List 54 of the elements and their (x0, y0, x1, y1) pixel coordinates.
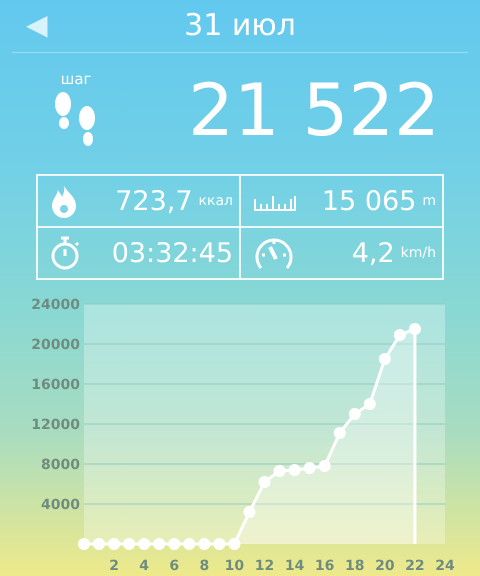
steps-label: шаг (60, 70, 92, 88)
axis-label: 12 (254, 558, 274, 574)
data-point (274, 465, 286, 477)
data-point (258, 476, 270, 488)
stopwatch-icon (50, 235, 80, 271)
back-button[interactable]: ◀ (26, 8, 48, 42)
axis-label: 16000 (31, 377, 80, 393)
axis-label: 10 (224, 558, 244, 574)
stat-unit: ккал (198, 193, 233, 209)
axis-label: 4000 (41, 497, 80, 513)
data-point (153, 538, 166, 550)
steps-count: 21 522 (187, 74, 440, 146)
axis-label: 18 (345, 558, 364, 574)
data-point (93, 538, 106, 550)
data-point (198, 538, 210, 550)
data-point (288, 464, 301, 476)
date-title: 31 июл (184, 8, 296, 44)
axis-label: 20000 (31, 337, 80, 353)
data-point (318, 460, 331, 472)
data-point (304, 462, 316, 474)
data-point (334, 427, 346, 439)
axis-label: 8 (199, 558, 210, 574)
stat-value: 4,2 (352, 238, 395, 268)
data-point (168, 538, 180, 550)
data-point (408, 323, 421, 335)
axis-label: 24000 (31, 297, 80, 313)
data-point (108, 538, 120, 550)
axis-label: 22 (405, 558, 425, 574)
data-point (364, 398, 376, 410)
axis-label: 20 (375, 558, 395, 574)
data-point (183, 538, 196, 550)
stat-value: 723,7 (115, 186, 193, 216)
data-point (123, 538, 136, 550)
data-point (78, 538, 90, 550)
axis-label: 16 (314, 558, 334, 574)
stat-unit: km/h (400, 245, 436, 261)
stat-value: 15 065 (322, 186, 416, 216)
axis-label: 2 (109, 558, 119, 574)
data-point (378, 353, 391, 365)
axis-label: 24 (435, 558, 455, 574)
axis-label: 12000 (31, 417, 80, 433)
data-point (138, 538, 150, 550)
data-point (243, 506, 256, 518)
data-point (213, 538, 226, 550)
data-point (228, 538, 240, 550)
flame-icon (50, 184, 78, 218)
data-point (348, 408, 361, 420)
axis-label: 4 (139, 558, 150, 574)
data-point (394, 329, 406, 341)
axis-label: 14 (284, 558, 304, 574)
axis-label: 8000 (41, 457, 80, 473)
stat-value: 03:32:45 (112, 238, 233, 268)
axis-label: 6 (169, 558, 180, 574)
stat-unit: m (422, 193, 436, 209)
